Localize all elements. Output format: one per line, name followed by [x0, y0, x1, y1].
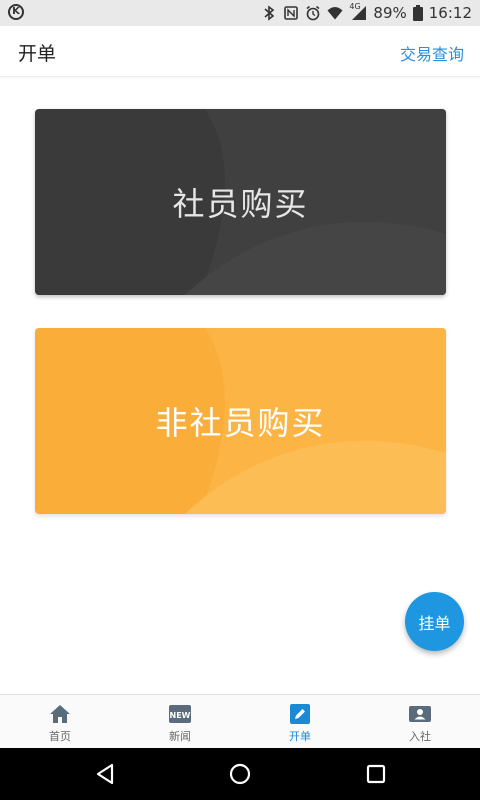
news-icon-badge: NEW — [170, 711, 191, 720]
status-right-group: 4G 89% 16:12 — [261, 2, 472, 23]
edit-icon — [290, 704, 310, 724]
signal-icon — [352, 6, 367, 20]
bluetooth-icon — [264, 5, 275, 21]
fab-label: 挂单 — [418, 613, 451, 633]
pending-orders-fab[interactable]: 挂单 — [405, 592, 464, 651]
tab-create-order-label: 开单 — [289, 730, 311, 743]
member-purchase-label: 社员购买 — [172, 185, 309, 223]
system-nav-bar — [0, 748, 480, 800]
battery-percent: 89% — [373, 4, 407, 22]
recents-icon[interactable] — [364, 762, 388, 786]
signal-group: 4G — [349, 2, 367, 21]
tab-home[interactable]: 首页 — [0, 695, 120, 749]
wifi-icon — [327, 7, 343, 20]
tab-join-label: 入社 — [409, 730, 431, 743]
clock: 16:12 — [428, 4, 472, 22]
status-bar: K 4G 89% 16:12 — [0, 0, 480, 26]
home-nav-icon[interactable] — [228, 762, 252, 786]
bottom-tab-bar: 首页 NEW 新闻 开单 入社 — [0, 694, 480, 749]
non-member-purchase-label: 非社员购买 — [155, 404, 326, 442]
back-icon[interactable] — [93, 762, 117, 786]
tab-news-label: 新闻 — [169, 730, 191, 743]
tab-news[interactable]: NEW 新闻 — [120, 695, 240, 749]
tab-join[interactable]: 入社 — [360, 695, 480, 749]
app-header: 开单 交易查询 — [0, 26, 480, 77]
tab-home-label: 首页 — [49, 730, 71, 743]
transaction-query-link[interactable]: 交易查询 — [400, 41, 464, 65]
page-title: 开单 — [18, 43, 57, 65]
non-member-purchase-button[interactable]: 非社员购买 — [35, 328, 446, 514]
home-icon — [50, 705, 70, 723]
app-notification-icon: K — [8, 4, 24, 20]
member-card-icon — [409, 706, 431, 722]
battery-icon — [412, 5, 423, 21]
news-icon: NEW — [169, 705, 191, 723]
member-purchase-button[interactable]: 社员购买 — [35, 109, 446, 295]
alarm-icon — [306, 5, 320, 21]
tab-create-order[interactable]: 开单 — [240, 695, 360, 749]
nfc-icon — [284, 6, 299, 20]
